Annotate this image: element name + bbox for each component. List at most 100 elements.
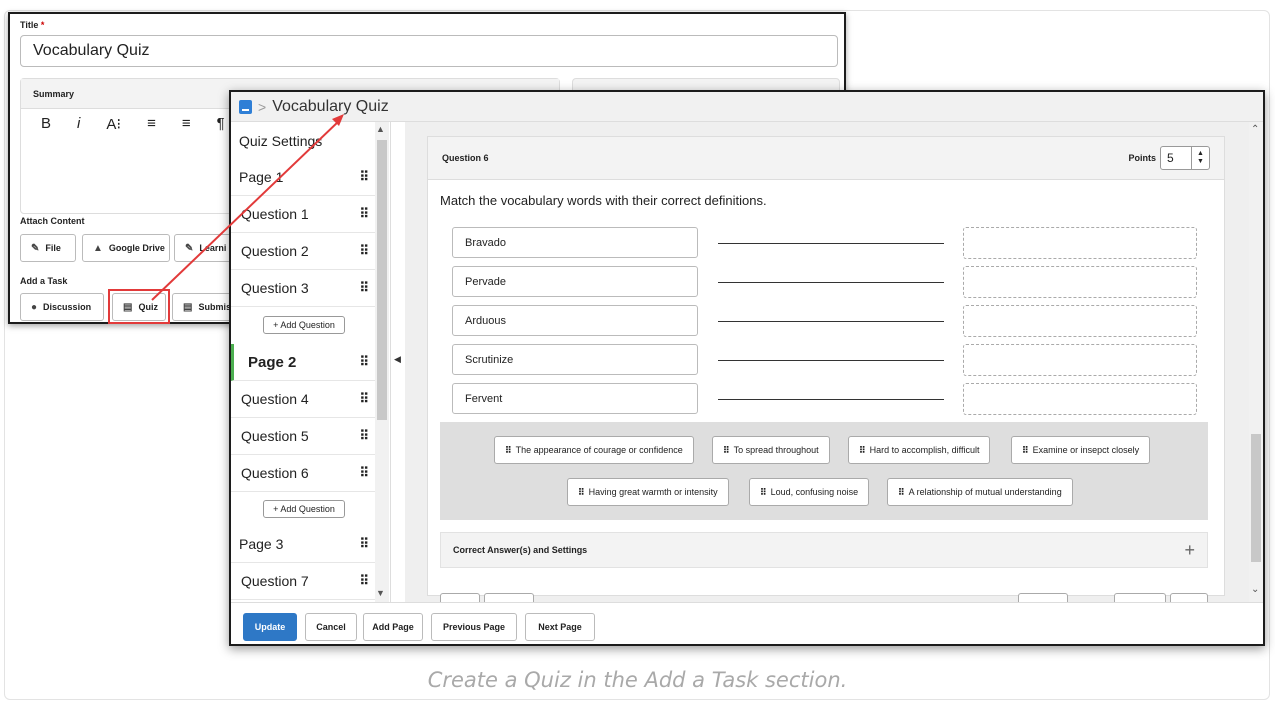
add-question-button[interactable]: + Add Question xyxy=(263,500,345,518)
points-value[interactable]: 5 xyxy=(1167,151,1174,165)
delete-button-partial[interactable] xyxy=(484,593,534,602)
correct-answers-settings-panel[interactable]: Correct Answer(s) and Settings + xyxy=(440,532,1208,568)
link-icon: ✎ xyxy=(185,242,194,254)
expand-plus-icon[interactable]: + xyxy=(1184,540,1195,561)
answer-chip[interactable]: ⠿ To spread throughout xyxy=(712,436,830,464)
figure-caption: Create a Quiz in the Add a Task section. xyxy=(427,668,848,692)
sidebar-item-question-5[interactable]: Question 5 ⠿ xyxy=(231,418,377,455)
italic-button[interactable]: i xyxy=(77,115,80,133)
submission-icon: ▤ xyxy=(183,301,193,313)
drag-handle-icon[interactable]: ⠿ xyxy=(359,354,368,370)
sidebar-item-page-3[interactable]: Page 3 ⠿ xyxy=(231,526,377,563)
add-page-button[interactable]: Add Page xyxy=(363,613,423,641)
drag-handle-icon[interactable]: ⠿ xyxy=(359,391,368,407)
answer-chip[interactable]: ⠿ Having great warmth or intensity xyxy=(567,478,729,506)
move-button-partial[interactable] xyxy=(1170,593,1208,602)
drag-handle-icon[interactable]: ⠿ xyxy=(359,206,368,222)
sidebar-item-label: Question 3 xyxy=(241,280,309,296)
sidebar-item-label: Page 1 xyxy=(239,169,284,185)
sidebar-item-question-3[interactable]: Question 3 ⠿ xyxy=(231,270,377,307)
order-stepper-partial[interactable] xyxy=(1114,593,1166,602)
match-drop-zone[interactable] xyxy=(963,305,1197,337)
points-label: Points xyxy=(1128,153,1156,163)
title-label: Title * xyxy=(20,20,44,30)
add-submission-button[interactable]: ▤ Submis xyxy=(172,293,234,321)
sidebar-item-question-1[interactable]: Question 1 ⠿ xyxy=(231,196,377,233)
drag-handle-icon: ⠿ xyxy=(898,486,904,497)
page-title[interactable]: Vocabulary Quiz xyxy=(272,98,389,116)
sidebar-item-question-4[interactable]: Question 4 ⠿ xyxy=(231,381,377,418)
edit-button-partial[interactable] xyxy=(440,593,480,602)
rich-text-toolbar: B i A⁝ ≡ ≡ ¶ xyxy=(41,115,225,133)
stepper-arrows-icon[interactable]: ▲ ▼ xyxy=(1191,147,1209,169)
scroll-down-icon[interactable]: ▼ xyxy=(376,588,385,598)
paragraph-button[interactable]: ¶ xyxy=(217,115,225,133)
title-field[interactable]: Vocabulary Quiz xyxy=(20,35,838,67)
update-button[interactable]: Update xyxy=(243,613,297,641)
answer-chip-label: Examine or insepct closely xyxy=(1032,445,1140,455)
scroll-up-icon[interactable]: ⌃ xyxy=(1251,124,1259,135)
attach-file-label: File xyxy=(45,243,61,253)
correct-answers-settings-label: Correct Answer(s) and Settings xyxy=(453,545,588,555)
quiz-editor-window: > Vocabulary Quiz Quiz Settings Page 1 ⠿… xyxy=(229,90,1265,646)
drag-handle-icon[interactable]: ⠿ xyxy=(359,280,368,296)
match-drop-zone[interactable] xyxy=(963,383,1197,415)
title-label-text: Title xyxy=(20,20,39,30)
answer-chip[interactable]: ⠿ Loud, confusing noise xyxy=(749,478,870,506)
bold-button[interactable]: B xyxy=(41,115,51,133)
add-question-button[interactable]: + Add Question xyxy=(263,316,345,334)
drag-handle-icon[interactable]: ⠿ xyxy=(359,536,368,552)
sidebar-item-question-2[interactable]: Question 2 ⠿ xyxy=(231,233,377,270)
drag-handle-icon[interactable]: ⠿ xyxy=(359,465,368,481)
attach-google-drive-label: Google Drive xyxy=(108,243,165,253)
sidebar-item-page-1[interactable]: Page 1 ⠿ xyxy=(231,159,377,196)
answer-bank: ⠿ The appearance of courage or confidenc… xyxy=(440,422,1208,520)
attach-file-button[interactable]: ✎ File xyxy=(20,234,76,262)
match-connector-line xyxy=(718,243,944,244)
sidebar-item-question-7[interactable]: Question 7 ⠿ xyxy=(231,563,377,600)
sidebar-item-quiz-settings[interactable]: Quiz Settings xyxy=(231,122,377,159)
answer-chip[interactable]: ⠿ The appearance of courage or confidenc… xyxy=(494,436,694,464)
paperclip-icon: ✎ xyxy=(31,242,40,254)
font-size-button[interactable]: A⁝ xyxy=(106,115,121,133)
question-editor-area: Question 6 Points 5 ▲ ▼ Match the vocabul… xyxy=(405,122,1263,602)
attach-google-drive-button[interactable]: ▲ Google Drive xyxy=(82,234,170,262)
attach-content-label: Attach Content xyxy=(20,216,85,226)
collapse-sidebar-icon[interactable]: ◀ xyxy=(394,354,401,365)
main-scroll-thumb[interactable] xyxy=(1251,434,1261,562)
align-left-button[interactable]: ≡ xyxy=(147,115,156,133)
drag-handle-icon[interactable]: ⠿ xyxy=(359,573,368,589)
answer-chip[interactable]: ⠿ Examine or insepct closely xyxy=(1011,436,1151,464)
sidebar-item-page-2[interactable]: Page 2 ⠿ xyxy=(231,344,377,381)
sidebar-item-label: Question 2 xyxy=(241,243,309,259)
answer-chip[interactable]: ⠿ A relationship of mutual understanding xyxy=(887,478,1073,506)
add-discussion-button[interactable]: ● Discussion xyxy=(20,293,104,321)
match-drop-zone[interactable] xyxy=(963,266,1197,298)
sidebar-item-question-6[interactable]: Question 6 ⠿ xyxy=(231,455,377,492)
align-center-button[interactable]: ≡ xyxy=(182,115,191,133)
scroll-down-icon[interactable]: ⌄ xyxy=(1251,584,1259,595)
points-stepper[interactable]: 5 ▲ ▼ xyxy=(1160,146,1210,170)
add-task-label: Add a Task xyxy=(20,276,68,286)
sidebar-scroll-thumb[interactable] xyxy=(377,140,387,420)
drag-handle-icon[interactable]: ⠿ xyxy=(359,428,368,444)
cancel-button[interactable]: Cancel xyxy=(305,613,357,641)
answer-chip-label: Having great warmth or intensity xyxy=(588,487,718,497)
answer-chip-label: A relationship of mutual understanding xyxy=(908,487,1062,497)
next-page-button[interactable]: Next Page xyxy=(525,613,595,641)
match-drop-zone[interactable] xyxy=(963,227,1197,259)
answer-chip-label: Hard to accomplish, difficult xyxy=(869,445,980,455)
move-select-partial[interactable] xyxy=(1018,593,1068,602)
main-scrollbar[interactable]: ⌃ ⌄ xyxy=(1249,122,1263,602)
sidebar-scrollbar[interactable]: ▲ ▼ xyxy=(375,122,389,602)
attach-learning-button[interactable]: ✎ Learni xyxy=(174,234,234,262)
add-discussion-label: Discussion xyxy=(43,302,92,312)
match-drop-zone[interactable] xyxy=(963,344,1197,376)
scroll-up-icon[interactable]: ▲ xyxy=(376,124,385,134)
drag-handle-icon[interactable]: ⠿ xyxy=(359,169,368,185)
editor-footer: Update Cancel Add Page Previous Page Nex… xyxy=(231,602,1263,644)
drag-handle-icon[interactable]: ⠿ xyxy=(359,243,368,259)
previous-page-button[interactable]: Previous Page xyxy=(431,613,517,641)
answer-chip[interactable]: ⠿ Hard to accomplish, difficult xyxy=(848,436,991,464)
sidebar-item-label: Question 7 xyxy=(241,573,309,589)
